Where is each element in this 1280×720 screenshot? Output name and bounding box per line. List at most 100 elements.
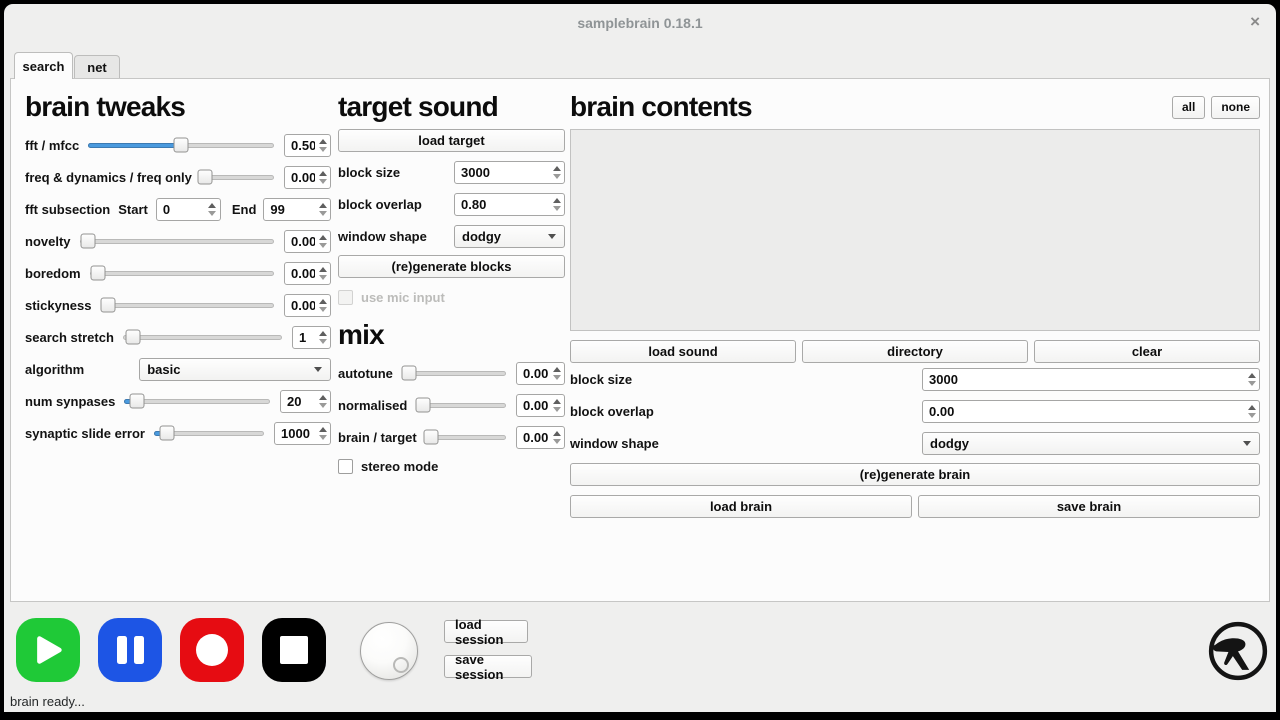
brain-window-shape-dropdown[interactable]: dodgy: [922, 432, 1260, 455]
close-icon[interactable]: ×: [1250, 13, 1260, 30]
target-window-shape-label: window shape: [338, 229, 454, 244]
spinner-arrows-icon[interactable]: [315, 391, 330, 412]
brain-contents-list[interactable]: [570, 129, 1260, 331]
autotune-label: autotune: [338, 366, 393, 381]
tab-net[interactable]: net: [74, 55, 120, 78]
boredom-spinbox[interactable]: 0.00: [284, 262, 331, 285]
stickyness-slider[interactable]: [101, 303, 275, 308]
search-stretch-slider[interactable]: [123, 335, 282, 340]
spinner-arrows-icon[interactable]: [315, 295, 330, 316]
target-block-overlap-spinbox[interactable]: 0.80: [454, 193, 565, 216]
brain-target-spinbox[interactable]: 0.00: [516, 426, 565, 449]
load-brain-button[interactable]: load brain: [570, 495, 912, 518]
fft-start-spinbox[interactable]: 0: [156, 198, 221, 221]
freq-dynamics-spinbox[interactable]: 0.00: [284, 166, 331, 189]
target-sound-section: target sound load target block size 3000…: [338, 89, 565, 474]
spinner-arrows-icon[interactable]: [549, 427, 564, 448]
load-session-button[interactable]: load session: [444, 620, 528, 643]
stereo-mode-checkbox[interactable]: [338, 459, 353, 474]
autotune-slider[interactable]: [402, 371, 506, 376]
spinner-arrows-icon[interactable]: [315, 327, 330, 348]
fft-end-label: End: [232, 202, 257, 217]
freq-dynamics-slider[interactable]: [201, 175, 274, 180]
spinner-arrows-icon[interactable]: [1244, 369, 1259, 390]
pause-button[interactable]: [98, 618, 162, 682]
fft-end-value: 99: [264, 199, 315, 220]
spinner-arrows-icon[interactable]: [315, 135, 330, 156]
brain-block-size-row: block size 3000: [570, 363, 1260, 395]
tab-search[interactable]: search: [14, 52, 73, 79]
brain-target-slider[interactable]: [426, 435, 506, 440]
clear-button[interactable]: clear: [1034, 340, 1260, 363]
play-button[interactable]: [16, 618, 80, 682]
brain-block-overlap-spinbox[interactable]: 0.00: [922, 400, 1260, 423]
novelty-slider[interactable]: [80, 239, 274, 244]
spinner-arrows-icon[interactable]: [549, 395, 564, 416]
search-stretch-spinbox[interactable]: 1: [292, 326, 331, 349]
search-stretch-label: search stretch: [25, 330, 114, 345]
brain-window-shape-row: window shape dodgy: [570, 427, 1260, 459]
regenerate-brain-button[interactable]: (re)generate brain: [570, 463, 1260, 486]
volume-knob[interactable]: [360, 622, 418, 680]
algorithm-value: basic: [140, 362, 314, 377]
novelty-value: 0.00: [285, 231, 315, 252]
stop-button[interactable]: [262, 618, 326, 682]
none-button[interactable]: none: [1211, 96, 1260, 119]
target-block-overlap-value: 0.80: [455, 194, 549, 215]
spinner-arrows-icon[interactable]: [315, 263, 330, 284]
autotune-spinbox[interactable]: 0.00: [516, 362, 565, 385]
spinner-arrows-icon[interactable]: [549, 162, 564, 183]
synaptic-slide-error-spinbox[interactable]: 1000: [274, 422, 331, 445]
directory-button[interactable]: directory: [802, 340, 1028, 363]
target-window-shape-row: window shape dodgy: [338, 220, 565, 252]
stickyness-spinbox[interactable]: 0.00: [284, 294, 331, 317]
chevron-down-icon: [548, 234, 556, 239]
fft-mfcc-label: fft / mfcc: [25, 138, 79, 153]
brain-tweaks-section: brain tweaks fft / mfcc 0.50 freq & dyna…: [25, 89, 331, 449]
num-synpases-spinbox[interactable]: 20: [280, 390, 331, 413]
synaptic-slide-error-value: 1000: [275, 423, 315, 444]
save-session-button[interactable]: save session: [444, 655, 532, 678]
load-sound-button[interactable]: load sound: [570, 340, 796, 363]
fft-end-spinbox[interactable]: 99: [263, 198, 331, 221]
fft-mfcc-spinbox[interactable]: 0.50: [284, 134, 331, 157]
all-button[interactable]: all: [1172, 96, 1205, 119]
search-stretch-value: 1: [293, 327, 315, 348]
spinner-arrows-icon[interactable]: [205, 199, 220, 220]
spinner-arrows-icon[interactable]: [549, 363, 564, 384]
fft-mfcc-row: fft / mfcc 0.50: [25, 129, 331, 161]
spinner-arrows-icon[interactable]: [549, 194, 564, 215]
knob-indicator-dot: [393, 657, 409, 673]
boredom-slider[interactable]: [90, 271, 274, 276]
synaptic-slide-error-slider[interactable]: [154, 431, 264, 436]
play-icon: [31, 633, 65, 667]
spinner-arrows-icon[interactable]: [1244, 401, 1259, 422]
stickyness-value: 0.00: [285, 295, 315, 316]
save-brain-button[interactable]: save brain: [918, 495, 1260, 518]
target-block-size-spinbox[interactable]: 3000: [454, 161, 565, 184]
fft-mfcc-slider[interactable]: [88, 143, 274, 148]
app-window: samplebrain 0.18.1 × search net brain tw…: [4, 4, 1276, 712]
record-button[interactable]: [180, 618, 244, 682]
spinner-arrows-icon[interactable]: [315, 423, 330, 444]
autotune-value: 0.00: [517, 363, 549, 384]
novelty-spinbox[interactable]: 0.00: [284, 230, 331, 253]
fft-start-value: 0: [157, 199, 205, 220]
brain-contents-heading: brain contents: [570, 89, 1166, 125]
main-panel: brain tweaks fft / mfcc 0.50 freq & dyna…: [10, 78, 1270, 602]
target-window-shape-dropdown[interactable]: dodgy: [454, 225, 565, 248]
fft-mfcc-value: 0.50: [285, 135, 315, 156]
spinner-arrows-icon[interactable]: [315, 231, 330, 252]
algorithm-label: algorithm: [25, 362, 84, 377]
mix-heading: mix: [338, 317, 565, 353]
brain-block-size-spinbox[interactable]: 3000: [922, 368, 1260, 391]
normalised-spinbox[interactable]: 0.00: [516, 394, 565, 417]
load-target-button[interactable]: load target: [338, 129, 565, 152]
num-synpases-value: 20: [281, 391, 315, 412]
regenerate-blocks-button[interactable]: (re)generate blocks: [338, 255, 565, 278]
num-synpases-slider[interactable]: [124, 399, 270, 404]
spinner-arrows-icon[interactable]: [315, 167, 330, 188]
spinner-arrows-icon[interactable]: [315, 199, 330, 220]
algorithm-dropdown[interactable]: basic: [139, 358, 331, 381]
normalised-slider[interactable]: [416, 403, 506, 408]
